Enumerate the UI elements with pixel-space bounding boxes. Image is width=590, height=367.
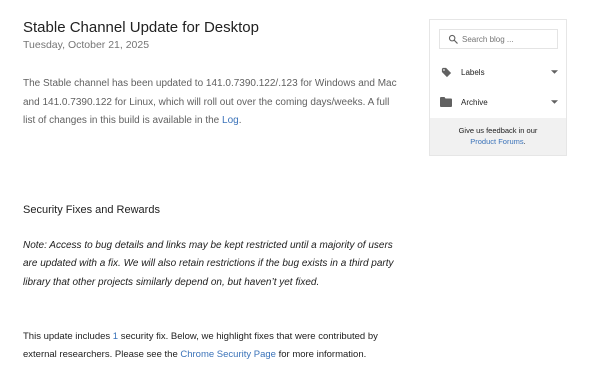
- blog-page: Stable Channel Update for Desktop Tuesda…: [0, 0, 590, 367]
- caret-down-icon: [550, 70, 558, 74]
- caret-down-icon: [550, 100, 558, 104]
- intro-text-end: .: [238, 115, 242, 126]
- labels-label: Labels: [461, 67, 485, 77]
- chrome-security-page-link[interactable]: Chrome Security Page: [180, 349, 276, 360]
- note-paragraph: Note: Access to bug details and links ma…: [23, 240, 394, 288]
- update-paragraph: This update includes 1 security fix. Bel…: [23, 328, 398, 364]
- search-box[interactable]: [439, 29, 558, 49]
- intro-paragraph: The Stable channel has been updated to 1…: [23, 75, 398, 131]
- log-link[interactable]: Log: [222, 115, 239, 126]
- section-heading: Security Fixes and Rewards: [23, 204, 160, 216]
- intro-text: The Stable channel has been updated to 1…: [23, 78, 397, 126]
- update-text-end: for more information.: [275, 349, 367, 360]
- archive-label: Archive: [461, 97, 488, 107]
- update-text: This update includes: [23, 331, 113, 342]
- product-forums-link[interactable]: Product Forums: [470, 137, 523, 146]
- search-icon: [448, 34, 458, 44]
- search-input[interactable]: [462, 34, 552, 44]
- sidebar: Labels Archive Give us feedback in our P…: [429, 19, 567, 156]
- feedback-suffix: .: [523, 137, 526, 146]
- folder-icon: [439, 97, 453, 107]
- label-tag-icon: [439, 67, 453, 78]
- feedback-text: Give us feedback in our: [458, 126, 538, 135]
- feedback-box: Give us feedback in our Product Forums.: [430, 118, 566, 155]
- archive-dropdown[interactable]: Archive: [439, 94, 558, 110]
- labels-dropdown[interactable]: Labels: [439, 64, 558, 80]
- post-date: Tuesday, October 21, 2025: [23, 39, 150, 51]
- post-title: Stable Channel Update for Desktop: [23, 19, 259, 36]
- feedback-link-line: Product Forums.: [430, 136, 566, 147]
